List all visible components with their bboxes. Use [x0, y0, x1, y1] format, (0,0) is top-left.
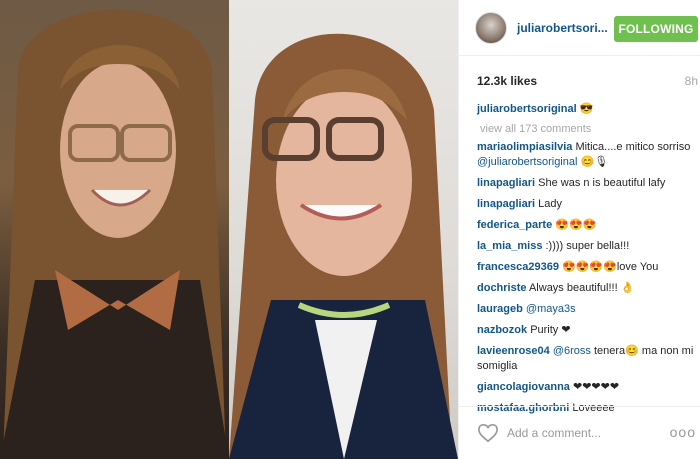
comment-text: :)))) super bella!!!	[545, 240, 630, 252]
following-button[interactable]: FOLLOWING	[614, 16, 698, 42]
post-caption: juliarobertsoriginal 😎	[477, 102, 699, 117]
comment-text-tail: 😊🎙	[577, 156, 609, 168]
post-photo[interactable]	[0, 0, 458, 459]
likes-count[interactable]: 12.3k likes	[477, 74, 537, 88]
comment-text: Purity ❤	[530, 324, 571, 336]
comment-row: federica_parte 😍😍😍	[477, 218, 699, 233]
instagram-post: juliarobertsori... FOLLOWING 12.3k likes…	[0, 0, 700, 459]
caption-text: 😎	[579, 103, 594, 115]
childhood-portrait	[0, 10, 229, 459]
comment-row: francesca29369 😍😍😍😍love You	[477, 260, 699, 275]
comment-text: Always beautiful!!! 👌	[528, 282, 635, 294]
comment-username[interactable]: laurageb	[477, 303, 523, 315]
comment-mention[interactable]: @maya3s	[526, 303, 576, 315]
comment-row: nazbozok Purity ❤	[477, 323, 699, 338]
comment-rows: mariaolimpiasilvia Mitica....e mitico so…	[477, 140, 699, 416]
comment-row: lavieenrose04 @6ross tenera😊 ma non mi s…	[477, 344, 699, 374]
comment-text: ❤❤❤❤❤	[572, 381, 620, 393]
comment-username[interactable]: federica_parte	[477, 219, 552, 231]
add-comment-input[interactable]: Add a comment...	[507, 426, 601, 440]
post-footer: Add a comment... ooo	[459, 406, 700, 459]
comment-username[interactable]: linapagliari	[477, 198, 535, 210]
adult-portrait	[229, 33, 458, 459]
comment-text: 😍😍😍	[555, 219, 597, 231]
comment-username[interactable]: linapagliari	[477, 177, 535, 189]
comment-row: linapagliari Lady	[477, 197, 699, 212]
avatar[interactable]	[475, 12, 507, 44]
comment-username[interactable]: nazbozok	[477, 324, 527, 336]
comment-username[interactable]: mariaolimpiasilvia	[477, 141, 572, 153]
post-time: 8h	[684, 74, 698, 88]
childhood-photo	[0, 0, 229, 459]
caption-username[interactable]: juliarobertsoriginal	[477, 103, 577, 115]
comment-row: giancolagiovanna ❤❤❤❤❤	[477, 380, 699, 395]
username[interactable]: juliarobertsori...	[517, 21, 608, 35]
comment-row: mariaolimpiasilvia Mitica....e mitico so…	[477, 140, 699, 170]
comment-mention[interactable]: @juliarobertsoriginal	[477, 156, 577, 168]
more-options-icon[interactable]: ooo	[670, 424, 696, 440]
post-meta: 12.3k likes 8h	[459, 72, 700, 92]
comment-text: Mitica....e mitico sorriso	[575, 141, 691, 153]
comments-panel: juliarobertsori... FOLLOWING 12.3k likes…	[458, 0, 700, 459]
comment-row: la_mia_miss :)))) super bella!!!	[477, 239, 699, 254]
comment-text: 😍😍😍😍love You	[562, 261, 659, 273]
comment-row: dochriste Always beautiful!!! 👌	[477, 281, 699, 296]
comment-text: She was n is beautiful lafy	[538, 177, 666, 189]
comment-username[interactable]: giancolagiovanna	[477, 381, 570, 393]
comment-username[interactable]: francesca29369	[477, 261, 559, 273]
comment-username[interactable]: dochriste	[477, 282, 527, 294]
comment-list: juliarobertsoriginal 😎 view all 173 comm…	[477, 102, 699, 422]
comment-row: laurageb @maya3s	[477, 302, 699, 317]
comment-username[interactable]: lavieenrose04	[477, 345, 550, 357]
comment-row: linapagliari She was n is beautiful lafy	[477, 176, 699, 191]
adult-photo	[229, 0, 458, 459]
comment-username[interactable]: la_mia_miss	[477, 240, 542, 252]
comment-mention[interactable]: @6ross	[553, 345, 591, 357]
comment-text: Lady	[538, 198, 562, 210]
view-all-comments-link[interactable]: view all 173 comments	[480, 123, 699, 135]
post-header: juliarobertsori... FOLLOWING	[459, 0, 700, 56]
heart-outline-icon[interactable]	[477, 423, 499, 443]
